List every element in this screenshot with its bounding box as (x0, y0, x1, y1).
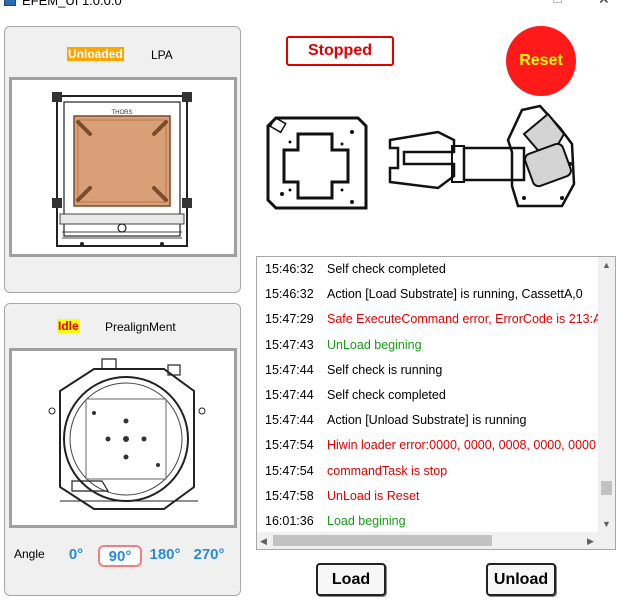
log-time: 15:46:32 (265, 262, 314, 276)
close-button[interactable]: ✕ (598, 0, 610, 8)
efem-window: EFEM_UI 1.0.0.0 ✕ Unloaded LPA THORS (0, 0, 617, 612)
log-time: 15:47:44 (265, 362, 314, 377)
scroll-down-icon[interactable]: ▼ (602, 519, 611, 529)
angle-0-button[interactable]: 0° (64, 545, 88, 567)
log-row[interactable]: 15:47:43 UnLoad begining (257, 333, 598, 358)
log-horizontal-scrollbar[interactable]: ◀ ▶ (257, 532, 615, 549)
log-message: Hiwin loader error:0000, 0000, 0008, 000… (327, 438, 596, 453)
log-message: Safe ExecuteCommand error, ErrorCode is … (327, 312, 598, 327)
maximize-button[interactable] (553, 0, 562, 3)
log-row[interactable]: 15:46:32 Self check completed (257, 257, 598, 282)
unload-button[interactable]: Unload (486, 563, 556, 596)
reset-button[interactable]: Reset (506, 26, 576, 96)
robot-gripper-shape (388, 130, 526, 190)
log-message: Load begining (327, 513, 406, 528)
log-list[interactable]: 15:46:32 Self check completed 15:46:32 Acti… (256, 256, 616, 550)
angle-label: Angle (14, 547, 45, 561)
aligner-shape (266, 116, 368, 210)
window-title: EFEM_UI 1.0.0.0 (22, 0, 122, 8)
log-time: 15:47:44 (265, 413, 314, 428)
log-row[interactable]: 15:47:44 Self check is running (257, 358, 598, 383)
prealigner-image (9, 348, 237, 528)
log-horizontal-thumb[interactable] (273, 535, 492, 546)
log-row[interactable]: 15:47:54 Hiwin loader error:0000, 0000, 0… (257, 433, 598, 458)
log-vertical-thumb[interactable] (601, 481, 612, 495)
log-vertical-scrollbar[interactable]: ▲ ▼ (598, 257, 615, 533)
log-row[interactable]: 16:01:36 Load begining (257, 509, 598, 533)
log-time: 15:47:43 (265, 337, 314, 352)
status-indicator: Stopped (286, 36, 394, 66)
load-port-drawing: THORS (52, 92, 192, 247)
lpa-image: THORS (9, 77, 237, 257)
log-message: UnLoad is Reset (327, 488, 420, 503)
robot-arm-shape (506, 104, 576, 208)
log-time: 15:47:54 (265, 438, 314, 453)
log-message: Self check completed (327, 262, 446, 276)
log-row[interactable]: 15:47:44 Self check completed (257, 383, 598, 408)
log-message: Action [Load Substrate] is running, Cass… (327, 287, 583, 302)
log-row[interactable]: 15:47:44 Action [Unload Substrate] is run… (257, 408, 598, 433)
log-time: 16:01:36 (265, 513, 314, 528)
wafer-brand-text: THORS (112, 110, 133, 116)
log-message: UnLoad begining (327, 337, 422, 352)
log-rows: 15:46:32 Self check completed 15:46:32 Acti… (257, 257, 598, 533)
log-row[interactable]: 15:46:32 Action [Load Substrate] is runni… (257, 282, 598, 307)
log-message: Self check completed (327, 387, 446, 402)
lpa-panel: Unloaded LPA THORS (4, 26, 241, 293)
scroll-up-icon[interactable]: ▲ (602, 260, 611, 270)
log-message: commandTask is stop (327, 463, 448, 478)
prealigner-drawing (48, 358, 206, 510)
log-row[interactable]: 15:47:58 UnLoad is Reset (257, 484, 598, 509)
load-button[interactable]: Load (316, 563, 386, 596)
prealign-label: PrealignMent (105, 320, 176, 334)
log-time: 15:47:58 (265, 488, 314, 503)
log-row[interactable]: 15:47:54 commandTask is stop (257, 459, 598, 484)
log-time: 15:46:32 (265, 287, 314, 302)
log-time: 15:47:29 (265, 312, 314, 327)
log-message: Action [Unload Substrate] is running (327, 413, 527, 428)
prealign-status-badge: Idle (57, 319, 80, 333)
angle-90-button[interactable]: 90° (98, 545, 142, 567)
log-message: Self check is running (327, 362, 443, 377)
title-bar: EFEM_UI 1.0.0.0 ✕ (0, 0, 617, 10)
app-icon (4, 0, 16, 6)
log-time: 15:47:44 (265, 387, 314, 402)
lpa-status-badge: Unloaded (67, 47, 124, 61)
robot-diagram (266, 104, 576, 210)
scroll-left-icon[interactable]: ◀ (260, 536, 267, 546)
angle-180-button[interactable]: 180° (147, 545, 183, 567)
scroll-right-icon[interactable]: ▶ (587, 536, 594, 546)
angle-270-button[interactable]: 270° (190, 545, 228, 567)
log-row[interactable]: 15:47:29 Safe ExecuteCommand error, Error… (257, 307, 598, 332)
log-time: 15:47:54 (265, 463, 314, 478)
lpa-label: LPA (151, 48, 173, 62)
